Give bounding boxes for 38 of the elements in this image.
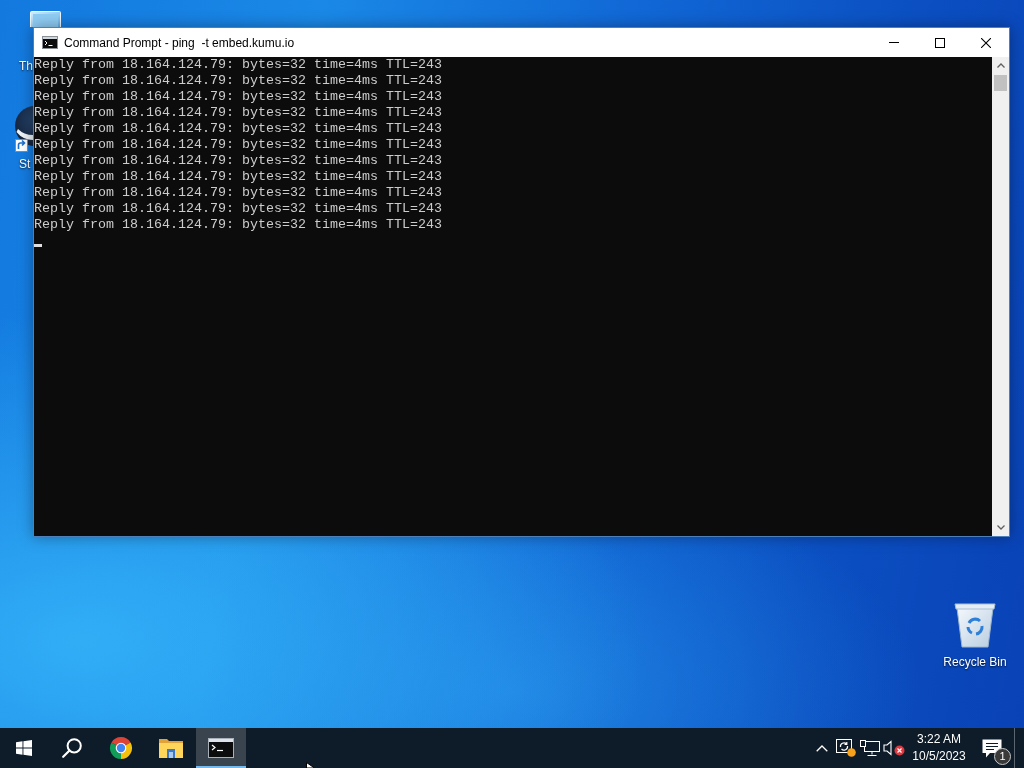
console-line: Reply from 18.164.124.79: bytes=32 time=4ms TTL=243 — [34, 73, 442, 89]
terminal-icon — [208, 738, 234, 758]
windows-logo-icon — [16, 740, 32, 756]
taskbar-app-button[interactable] — [196, 728, 246, 768]
console-line: Reply from 18.164.124.79: bytes=32 time=4ms TTL=243 — [34, 121, 442, 137]
desktop-icon-label[interactable]: St — [19, 157, 31, 171]
console-line: Reply from 18.164.124.79: bytes=32 time=4ms TTL=243 — [34, 169, 442, 185]
console-line: Reply from 18.164.124.79: bytes=32 time=4ms TTL=243 — [34, 217, 442, 233]
console-line: Reply from 18.164.124.79: bytes=32 time=4ms TTL=243 — [34, 201, 442, 217]
speaker-muted-icon[interactable] — [883, 740, 905, 756]
console-line: Reply from 18.164.124.79: bytes=32 time=4ms TTL=243 — [34, 137, 442, 153]
notification-badge: 1 — [994, 748, 1011, 765]
console-line: Reply from 18.164.124.79: bytes=32 time=4ms TTL=243 — [34, 57, 442, 73]
recycle-bin-icon[interactable] — [954, 602, 996, 648]
console-line: Reply from 18.164.124.79: bytes=32 time=4ms TTL=243 — [34, 153, 442, 169]
notification-button[interactable]: 1 — [970, 728, 1014, 768]
search-icon — [62, 738, 82, 758]
window-title: Command Prompt - ping -t embed.kumu.io — [64, 35, 295, 50]
clock-button[interactable]: 3:22 AM 10/5/2023 — [908, 728, 970, 768]
scrollbar-thumb[interactable] — [994, 75, 1007, 91]
scrollbar[interactable] — [992, 57, 1009, 536]
terminal-icon — [42, 36, 58, 49]
maximize-icon — [935, 37, 945, 48]
chevron-up-icon — [996, 63, 1005, 68]
mouse-pointer-icon — [306, 762, 315, 768]
chevron-down-icon — [996, 525, 1005, 530]
desktop-icon-label[interactable]: Recycle Bin — [943, 655, 1007, 669]
console-line: Reply from 18.164.124.79: bytes=32 time=4ms TTL=243 — [34, 105, 442, 121]
console-line: Reply from 18.164.124.79: bytes=32 time=4ms TTL=243 — [34, 185, 442, 201]
console-line: Reply from 18.164.124.79: bytes=32 time=4ms TTL=243 — [34, 89, 442, 105]
close-icon — [981, 37, 991, 48]
browser-icon — [109, 736, 133, 760]
folder-icon — [159, 738, 183, 758]
chevron-up-icon[interactable] — [816, 744, 828, 752]
desktop-icon-label[interactable]: Th — [19, 59, 33, 73]
minimize-icon — [889, 42, 899, 43]
sync-alert-icon[interactable] — [836, 739, 856, 757]
network-monitor-icon[interactable] — [860, 740, 880, 756]
